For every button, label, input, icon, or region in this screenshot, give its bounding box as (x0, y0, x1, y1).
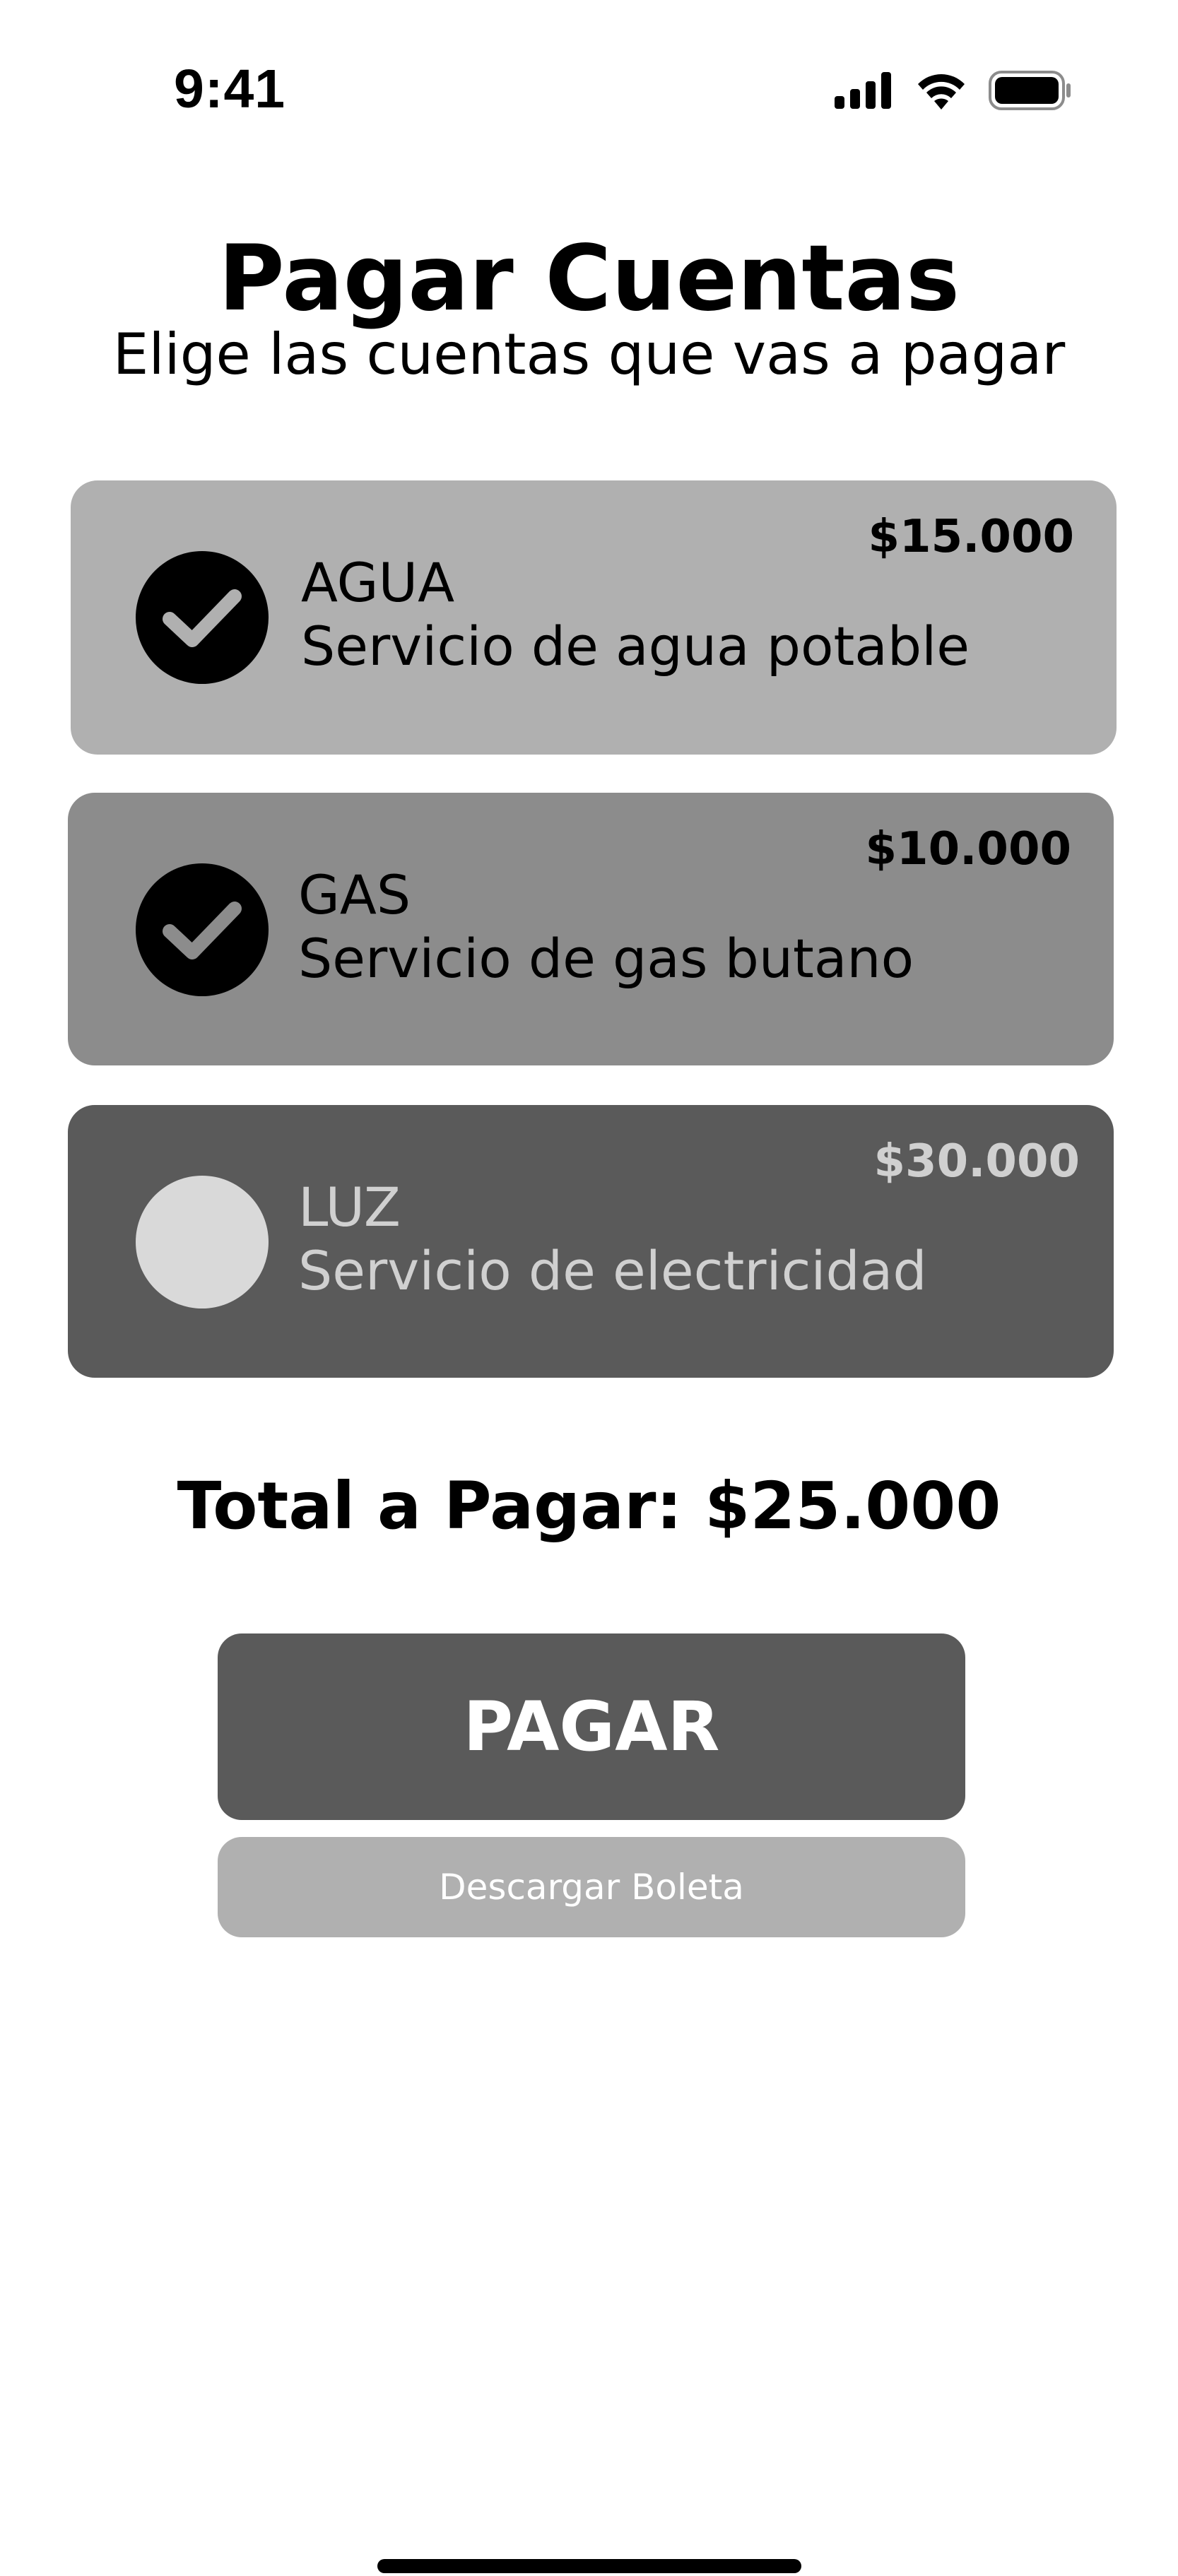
total-to-pay: Total a Pagar: $25.000 (177, 1468, 1001, 1544)
checkmark-icon (163, 902, 242, 959)
home-indicator[interactable] (377, 2559, 801, 2573)
bill-amount: $15.000 (868, 511, 1075, 563)
bill-card-luz[interactable]: LUZ Servicio de electricidad $30.000 (68, 1105, 1114, 1378)
pay-button[interactable]: PAGAR (218, 1633, 965, 1820)
wifi-icon (915, 71, 967, 112)
bill-description: Servicio de gas butano (298, 927, 914, 990)
checkbox-luz[interactable] (136, 1176, 269, 1308)
status-time: 9:41 (174, 59, 286, 119)
checkmark-icon (163, 589, 242, 647)
bill-card-agua[interactable]: AGUA Servicio de agua potable $15.000 (71, 480, 1117, 755)
page-title: Pagar Cuentas (218, 226, 960, 331)
status-icons (835, 71, 1072, 113)
bill-name: GAS (298, 863, 411, 926)
page-subtitle: Elige las cuentas que vas a pagar (112, 321, 1066, 387)
checkbox-agua[interactable] (136, 551, 269, 684)
bill-name: AGUA (301, 551, 455, 614)
checkbox-gas[interactable] (136, 863, 269, 996)
bill-description: Servicio de agua potable (301, 615, 970, 678)
bill-amount: $30.000 (873, 1135, 1080, 1188)
bill-card-gas[interactable]: GAS Servicio de gas butano $10.000 (68, 793, 1114, 1065)
download-receipt-button[interactable]: Descargar Boleta (218, 1837, 965, 1937)
cellular-signal-icon (835, 72, 894, 112)
bill-name: LUZ (298, 1176, 401, 1239)
battery-icon (989, 71, 1072, 113)
bill-description: Servicio de electricidad (298, 1239, 927, 1302)
bill-amount: $10.000 (865, 823, 1072, 875)
